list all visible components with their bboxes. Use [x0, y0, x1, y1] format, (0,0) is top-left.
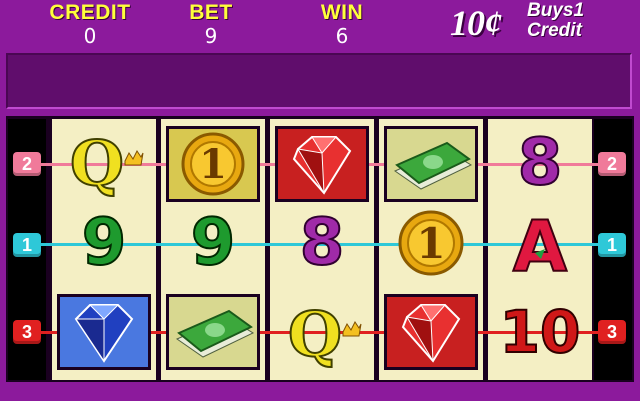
symbol-eight: 8 [275, 205, 369, 281]
coin-digit: 1 [199, 141, 227, 188]
payline-3-marker-left[interactable]: 3 [13, 320, 41, 344]
bet-label: BET [189, 1, 233, 24]
symbol-queen-letter: Q [70, 127, 124, 200]
payline-2-marker-right[interactable]: 2 [598, 152, 626, 176]
credit-label: CREDIT [49, 1, 131, 24]
payline-1-marker-left[interactable]: 1 [13, 233, 41, 257]
symbol-queen: Q [57, 125, 151, 201]
symbol-queen: Q [275, 294, 369, 370]
symbol-blue-diamond [57, 294, 151, 370]
payline-1-marker-right[interactable]: 1 [598, 233, 626, 257]
bottom-bar [0, 382, 640, 401]
win-label: WIN [320, 1, 364, 24]
slot-machine-screen: CREDIT 0 BET 9 WIN 6 10¢ Buys1 Credit Q … [0, 0, 640, 401]
symbol-ten: 10 [493, 294, 587, 370]
symbol-red-ruby [384, 294, 478, 370]
denomination-note-line-1: Buys1 [527, 0, 585, 21]
payline-2-marker-left[interactable]: 2 [13, 152, 41, 176]
symbol-cash-stack [384, 126, 478, 202]
symbol-nine: 9 [57, 205, 151, 281]
denomination-text: 10¢ [450, 3, 502, 43]
symbol-cash-stack [166, 294, 260, 370]
coin-digit: 1 [416, 219, 445, 268]
eight-glyph: 8 [517, 126, 564, 200]
symbol-red-ruby [275, 126, 369, 202]
symbol-queen-letter: Q [288, 298, 342, 370]
nine-glyph: 9 [190, 206, 237, 280]
message-bar [6, 53, 632, 109]
symbol-gold-coin: 1 [166, 126, 260, 202]
bet-value: 9 [204, 24, 218, 48]
denomination-note-line-2: Credit [527, 20, 582, 41]
eight-glyph: 8 [299, 206, 346, 280]
ten-glyph: 10 [499, 297, 582, 367]
symbol-gold-coin: 1 [384, 205, 478, 281]
payline-3-marker-right[interactable]: 3 [598, 320, 626, 344]
symbol-eight: 8 [493, 125, 587, 201]
denomination-note: Buys1 Credit [527, 1, 584, 41]
ace-letter: A [513, 206, 567, 281]
win-value: 6 [335, 24, 349, 48]
symbol-ace: A [493, 205, 587, 281]
symbol-nine: 9 [166, 205, 260, 281]
nine-glyph: 9 [81, 206, 128, 280]
credit-value: 0 [83, 24, 97, 48]
